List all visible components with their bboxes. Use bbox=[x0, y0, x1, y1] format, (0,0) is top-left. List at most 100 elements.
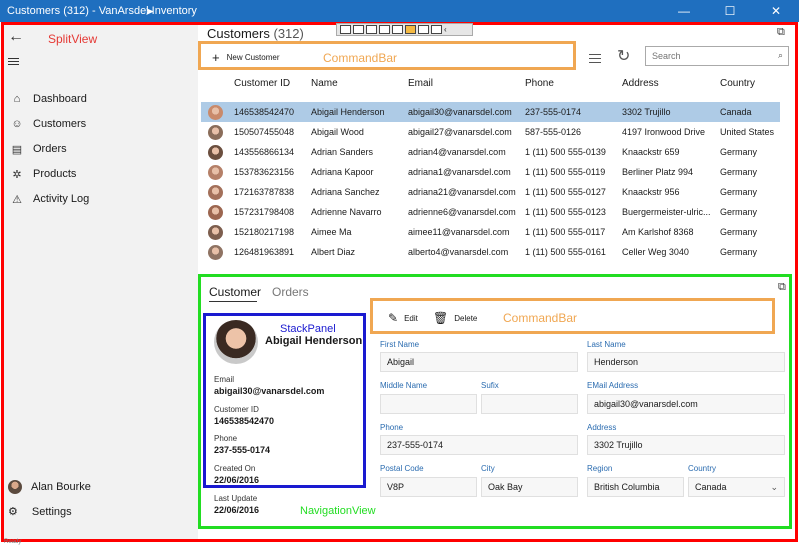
new-customer-button[interactable]: + New Customer bbox=[212, 50, 280, 65]
debug-tool-icon[interactable] bbox=[418, 25, 429, 34]
user-profile[interactable]: Alan Bourke bbox=[8, 480, 91, 494]
customer-name: Abigail Henderson bbox=[265, 335, 363, 347]
page-title: Customers (312) bbox=[207, 26, 304, 41]
last-name-field[interactable]: Henderson bbox=[587, 352, 785, 372]
address-label: Address bbox=[587, 423, 617, 432]
column-header[interactable]: Country bbox=[720, 78, 755, 89]
table-cell: Adriana Kapoor bbox=[311, 167, 374, 177]
table-cell: Berliner Platz 994 bbox=[622, 167, 694, 177]
last-name-label: Last Name bbox=[587, 340, 626, 349]
debug-tool-icon[interactable] bbox=[340, 25, 351, 34]
address-field[interactable]: 3302 Trujillo bbox=[587, 435, 785, 455]
debug-tool-icon[interactable] bbox=[405, 25, 416, 34]
refresh-icon[interactable]: ↻ bbox=[617, 46, 630, 66]
table-row[interactable]: 153783623156 Adriana Kapoor adriana1@vanar… bbox=[201, 162, 780, 182]
avatar bbox=[208, 205, 223, 220]
suffix-field[interactable] bbox=[481, 394, 578, 414]
column-header[interactable]: Name bbox=[311, 78, 338, 89]
city-field[interactable]: Oak Bay bbox=[481, 477, 578, 497]
middle-name-label: Middle Name bbox=[380, 381, 428, 390]
settings-gear-icon: ⚙ bbox=[8, 506, 18, 518]
summary-value: 237-555-0174 bbox=[214, 445, 271, 455]
region-field[interactable]: British Columbia bbox=[587, 477, 684, 497]
table-cell: 1 (11) 500 555-0161 bbox=[525, 247, 606, 257]
pencil-icon: ✎ bbox=[388, 311, 399, 325]
column-header[interactable]: Address bbox=[622, 78, 659, 89]
table-cell: Albert Diaz bbox=[311, 247, 356, 257]
debug-tool-icon[interactable] bbox=[379, 25, 390, 34]
avatar bbox=[208, 225, 223, 240]
open-in-new-window-icon[interactable]: ⧉ bbox=[777, 26, 785, 39]
table-row[interactable]: 146538542470 Abigail Henderson abigail30@v… bbox=[201, 102, 780, 122]
table-cell: Germany bbox=[720, 167, 758, 177]
table-row[interactable]: 150507455048 Abigail Wood abigail27@vanars… bbox=[201, 122, 780, 142]
tab-customer[interactable]: Customer bbox=[209, 285, 261, 299]
email-field[interactable]: abigail30@vanarsdel.com bbox=[587, 394, 785, 414]
search-box[interactable]: ⌕ bbox=[645, 46, 789, 66]
delete-button[interactable]: 🗑 Delete bbox=[433, 311, 477, 325]
table-row[interactable]: 152180217198 Aimee Ma aimee11@vanarsdel.co… bbox=[201, 222, 780, 242]
sidebar-item-products[interactable]: ✲ Products bbox=[4, 163, 194, 185]
table-row[interactable]: 143556866134 Adrian Sanders adrian4@vanars… bbox=[201, 142, 780, 162]
table-cell: Buergermeister-ulric... bbox=[622, 207, 711, 217]
close-button[interactable]: ✕ bbox=[753, 0, 799, 22]
summary-value: abigail30@vanarsdel.com bbox=[214, 386, 325, 396]
suffix-label: Sufix bbox=[481, 381, 499, 390]
settings-label: Settings bbox=[31, 505, 72, 518]
minimize-button[interactable]: — bbox=[661, 0, 707, 22]
table-cell: 153783623156 bbox=[234, 167, 295, 177]
back-arrow-icon[interactable]: ← bbox=[8, 28, 24, 46]
maximize-button[interactable]: ☐ bbox=[707, 0, 753, 22]
debug-tool-icon[interactable] bbox=[353, 25, 364, 34]
avatar bbox=[208, 245, 223, 260]
postal-code-field[interactable]: V8P bbox=[380, 477, 477, 497]
open-in-new-window-icon[interactable]: ⧉ bbox=[778, 281, 786, 294]
sidebar-item-customers[interactable]: ☺ Customers bbox=[4, 113, 194, 135]
sidebar-item-label: Dashboard bbox=[33, 93, 87, 105]
grid-header: Customer ID Name Email Phone Address Cou… bbox=[200, 78, 790, 92]
debug-toolbar[interactable]: ‹ bbox=[336, 23, 473, 36]
search-input[interactable] bbox=[646, 47, 766, 65]
avatar bbox=[8, 480, 22, 494]
country-value: Canada bbox=[695, 482, 727, 492]
customer-count: (312) bbox=[273, 26, 304, 41]
edit-button[interactable]: ✎ Edit bbox=[388, 311, 418, 325]
table-row[interactable]: 126481963891 Albert Diaz alberto4@vanarsde… bbox=[201, 242, 780, 262]
column-header[interactable]: Customer ID bbox=[234, 78, 290, 89]
summary-value: 146538542470 bbox=[214, 416, 275, 426]
column-header[interactable]: Phone bbox=[525, 78, 554, 89]
sidebar-item-activity-log[interactable]: ⚠ Activity Log bbox=[4, 188, 194, 210]
country-select[interactable]: Canada ⌄ bbox=[688, 477, 785, 497]
debug-tool-icon[interactable] bbox=[392, 25, 403, 34]
table-cell: 3302 Trujillo bbox=[622, 107, 671, 117]
table-cell: 152180217198 bbox=[234, 227, 295, 237]
phone-field[interactable]: 237-555-0174 bbox=[380, 435, 578, 455]
table-row[interactable]: 172163787838 Adriana Sanchez adriana21@van… bbox=[201, 182, 780, 202]
table-cell: Germany bbox=[720, 147, 758, 157]
middle-name-field[interactable] bbox=[380, 394, 477, 414]
table-cell: abigail27@vanarsdel.com bbox=[408, 127, 512, 137]
tab-orders[interactable]: Orders bbox=[272, 285, 309, 299]
sidebar-item-settings[interactable]: ⚙ Settings bbox=[8, 505, 72, 519]
city-label: City bbox=[481, 464, 495, 473]
column-header[interactable]: Email bbox=[408, 78, 433, 89]
sidebar-item-orders[interactable]: ▤ Orders bbox=[4, 138, 194, 160]
sidebar-item-dashboard[interactable]: ⌂ Dashboard bbox=[4, 88, 194, 110]
table-cell: 1 (11) 500 555-0139 bbox=[525, 147, 606, 157]
hamburger-menu-icon[interactable] bbox=[8, 56, 19, 67]
debug-tool-icon[interactable] bbox=[431, 25, 442, 34]
more-options-icon[interactable] bbox=[589, 51, 601, 66]
summary-value: 22/06/2016 bbox=[214, 505, 260, 515]
table-cell: Germany bbox=[720, 227, 758, 237]
splitview-annotation: SplitView bbox=[48, 32, 98, 46]
country-label: Country bbox=[688, 464, 717, 473]
summary-label: Email bbox=[214, 375, 235, 384]
table-row[interactable]: 157231798408 Adrienne Navarro adrienne6@va… bbox=[201, 202, 780, 222]
first-name-field[interactable]: Abigail bbox=[380, 352, 578, 372]
table-cell: Adrian Sanders bbox=[311, 147, 374, 157]
debug-tool-icon[interactable] bbox=[366, 25, 377, 34]
collapse-icon[interactable]: ‹ bbox=[444, 25, 447, 34]
table-cell: Canada bbox=[720, 107, 752, 117]
sidebar-item-label: Orders bbox=[33, 143, 67, 155]
search-icon[interactable]: ⌕ bbox=[778, 50, 783, 61]
